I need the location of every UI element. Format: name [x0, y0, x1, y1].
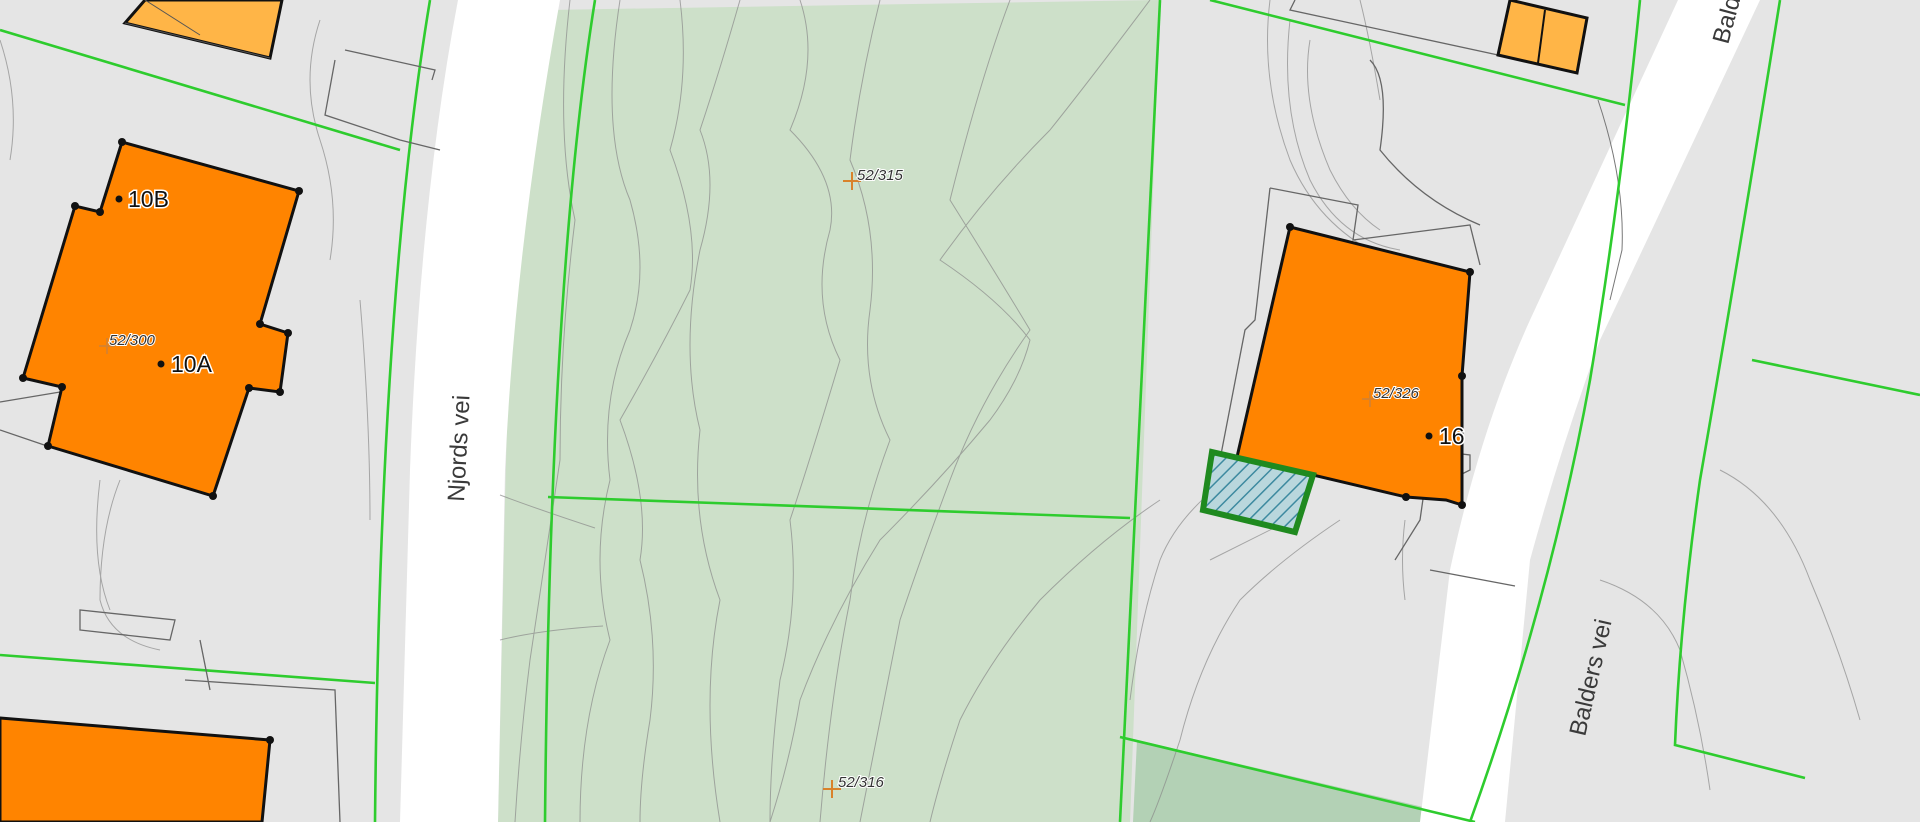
parcel-label-52-316: 52/316 — [838, 774, 885, 791]
parcel-label-52-326: 52/326 — [1373, 385, 1420, 402]
address-label-16: 16 — [1439, 423, 1465, 449]
road-label-njords-vei: Njords vei — [443, 394, 476, 502]
address-label-10b: 10B — [128, 186, 169, 212]
parcel-label-52-315: 52/315 — [857, 167, 904, 184]
parcel-label-52-300: 52/300 — [109, 332, 156, 349]
map-canvas[interactable]: 52/315 52/316 52/300 52/326 10B 10A 16 N… — [0, 0, 1920, 822]
map-viewport[interactable]: 52/315 52/316 52/300 52/326 10B 10A 16 N… — [0, 0, 1920, 822]
address-label-10a: 10A — [171, 351, 213, 377]
